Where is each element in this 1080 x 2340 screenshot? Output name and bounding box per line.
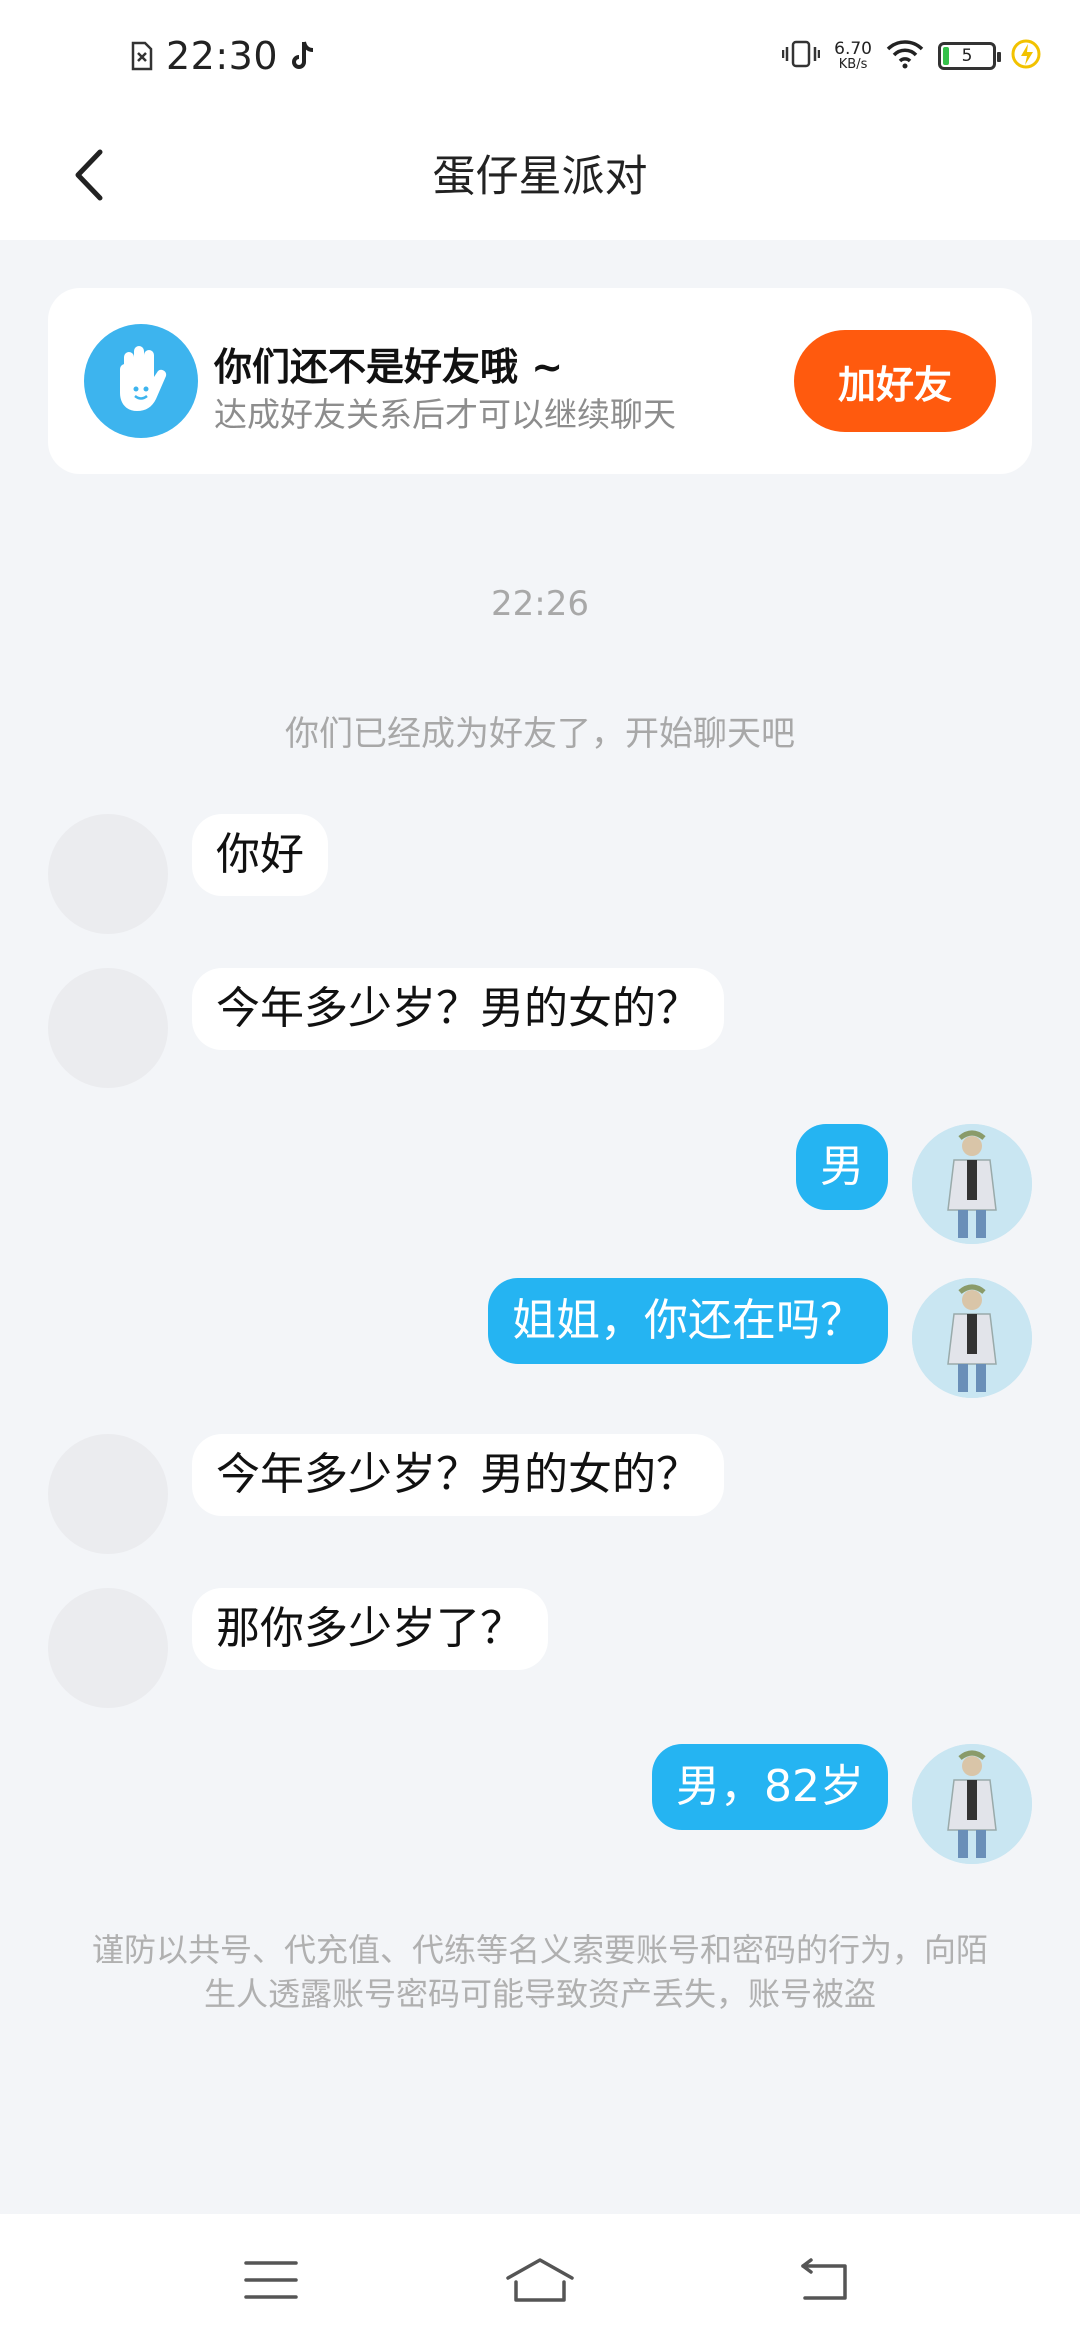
message-row: 今年多少岁？男的女的？ [0, 1434, 1080, 1554]
waving-hand-icon [106, 341, 176, 421]
network-speed: 6.70 KB/s [834, 39, 872, 72]
battery-level: 5 [961, 46, 973, 66]
message-bubble-received[interactable]: 你好 [192, 814, 328, 896]
tiktok-icon [290, 40, 318, 72]
banner-avatar [84, 324, 198, 438]
vibrate-icon [781, 39, 821, 73]
message-bubble-sent[interactable]: 男，82岁 [652, 1744, 888, 1830]
contact-avatar[interactable] [48, 968, 168, 1088]
status-time: 22:30 [166, 34, 279, 78]
message-row: 男 [0, 1124, 1080, 1244]
friend-banner: 你们还不是好友哦 ~ 达成好友关系后才可以继续聊天 加好友 [48, 288, 1032, 474]
home-button[interactable] [495, 2250, 585, 2310]
banner-title: 你们还不是好友哦 ~ [214, 345, 564, 389]
status-right: 6.70 KB/s 5 [781, 38, 1042, 74]
character-avatar-icon [912, 1744, 1032, 1864]
sim-alert-icon [130, 41, 154, 71]
network-speed-unit: KB/s [838, 57, 868, 72]
message-row: 男，82岁 [0, 1744, 1080, 1864]
banner-subtitle: 达成好友关系后才可以继续聊天 [214, 395, 676, 434]
system-nav-bar [0, 2214, 1080, 2340]
status-left: 22:30 [130, 34, 318, 78]
title-bar: 蛋仔星派对 [0, 112, 1080, 240]
message-row: 那你多少岁了？ [0, 1588, 1080, 1708]
chat-timestamp: 22:26 [491, 584, 589, 624]
my-avatar[interactable] [912, 1278, 1032, 1398]
message-bubble-received[interactable]: 今年多少岁？男的女的？ [192, 1434, 724, 1516]
status-bar: 22:30 6.70 KB/s 5 [0, 0, 1080, 112]
contact-avatar[interactable] [48, 1434, 168, 1554]
message-bubble-received[interactable]: 那你多少岁了？ [192, 1588, 548, 1670]
wifi-icon [886, 39, 924, 73]
contact-avatar[interactable] [48, 1588, 168, 1708]
security-warning: 谨防以共号、代充值、代练等名义索要账号和密码的行为，向陌生人透露账号密码可能导致… [91, 1931, 988, 2013]
battery-icon: 5 [938, 42, 1001, 70]
message-row: 今年多少岁？男的女的？ [0, 968, 1080, 1088]
message-bubble-received[interactable]: 今年多少岁？男的女的？ [192, 968, 724, 1050]
nav-back-button[interactable] [778, 2250, 868, 2310]
menu-button[interactable] [226, 2250, 316, 2310]
message-bubble-sent[interactable]: 姐姐，你还在吗？ [488, 1278, 888, 1364]
network-speed-value: 6.70 [834, 39, 872, 59]
message-row: 姐姐，你还在吗？ [0, 1278, 1080, 1398]
my-avatar[interactable] [912, 1744, 1032, 1864]
page-title: 蛋仔星派对 [432, 152, 648, 202]
back-icon [801, 2258, 847, 2300]
charging-icon [1010, 38, 1042, 74]
menu-icon [244, 2261, 298, 2299]
system-message: 你们已经成为好友了，开始聊天吧 [285, 714, 795, 754]
add-friend-button[interactable]: 加好友 [794, 330, 996, 432]
message-row: 你好 [0, 814, 1080, 934]
my-avatar[interactable] [912, 1124, 1032, 1244]
character-avatar-icon [912, 1124, 1032, 1244]
message-bubble-sent[interactable]: 男 [796, 1124, 888, 1210]
character-avatar-icon [912, 1278, 1032, 1398]
contact-avatar[interactable] [48, 814, 168, 934]
home-icon [506, 2258, 574, 2302]
